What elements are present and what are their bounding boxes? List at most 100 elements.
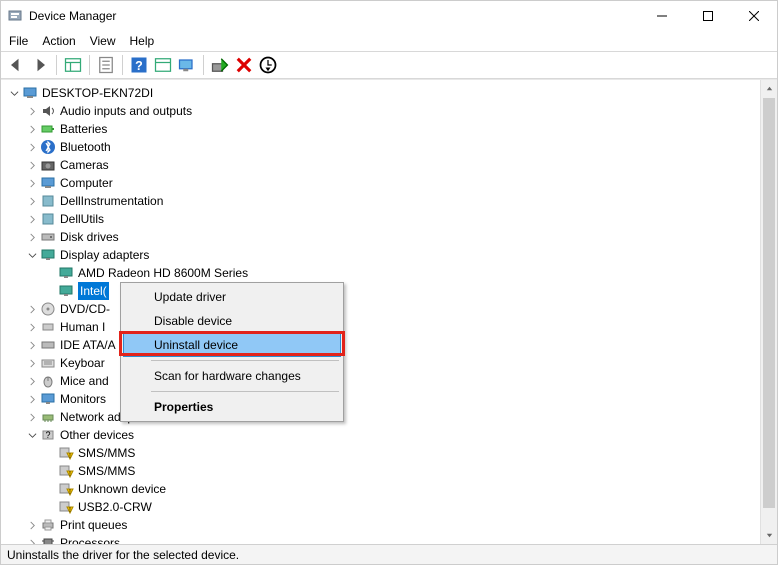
minimize-button[interactable] (639, 1, 685, 31)
uninstall-device-button[interactable] (233, 54, 255, 76)
disc-icon (40, 301, 56, 317)
context-menu: Update driver Disable device Uninstall d… (120, 282, 344, 422)
warning-device-icon: ! (58, 499, 74, 515)
tree-item-computer[interactable]: Computer (5, 174, 777, 192)
tree-label: Unknown device (78, 480, 166, 498)
forward-button[interactable] (29, 54, 51, 76)
expand-icon[interactable] (25, 194, 39, 208)
scroll-up-button[interactable] (761, 80, 777, 97)
device-icon (40, 211, 56, 227)
tree-label: Print queues (60, 516, 127, 534)
spacer-icon (43, 500, 57, 514)
expand-icon[interactable] (25, 392, 39, 406)
enable-device-button[interactable] (209, 54, 231, 76)
tree-root[interactable]: DESKTOP-EKN72DI (5, 84, 777, 102)
expand-icon[interactable] (25, 104, 39, 118)
tree-item-dellutils[interactable]: DellUtils (5, 210, 777, 228)
tree-item-bluetooth[interactable]: Bluetooth (5, 138, 777, 156)
computer-icon (22, 85, 38, 101)
show-hide-tree-button[interactable] (62, 54, 84, 76)
display-icon (58, 283, 74, 299)
tree-label: Processors (60, 534, 120, 544)
expand-icon[interactable] (25, 176, 39, 190)
menu-view[interactable]: View (90, 34, 116, 48)
context-scan-hardware[interactable]: Scan for hardware changes (123, 364, 341, 388)
properties-button[interactable] (95, 54, 117, 76)
context-disable-device[interactable]: Disable device (123, 309, 341, 333)
context-uninstall-device[interactable]: Uninstall device (123, 333, 341, 357)
tree-item-unknowndevice[interactable]: ! Unknown device (5, 480, 777, 498)
device-tree[interactable]: DESKTOP-EKN72DI Audio inputs and outputs… (1, 80, 777, 544)
spacer-icon (43, 266, 57, 280)
maximize-button[interactable] (685, 1, 731, 31)
context-properties[interactable]: Properties (123, 395, 341, 419)
keyboard-icon (40, 355, 56, 371)
expand-icon[interactable] (25, 356, 39, 370)
context-separator (151, 391, 339, 392)
expand-icon[interactable] (25, 140, 39, 154)
tree-item-smsmms1[interactable]: ! SMS/MMS (5, 444, 777, 462)
expand-icon[interactable] (25, 302, 39, 316)
toolbar-separator (56, 55, 57, 75)
expand-icon[interactable] (25, 374, 39, 388)
tree-label: Monitors (60, 390, 106, 408)
svg-text:?: ? (45, 430, 50, 440)
context-update-driver[interactable]: Update driver (123, 285, 341, 309)
expand-icon[interactable] (25, 338, 39, 352)
close-button[interactable] (731, 1, 777, 31)
tree-label: SMS/MMS (78, 444, 135, 462)
tree-label: AMD Radeon HD 8600M Series (78, 264, 248, 282)
expand-icon[interactable] (25, 122, 39, 136)
menu-help[interactable]: Help (130, 34, 155, 48)
tree-item-printqueues[interactable]: Print queues (5, 516, 777, 534)
update-driver-button[interactable] (257, 54, 279, 76)
scroll-down-button[interactable] (761, 527, 777, 544)
tree-item-dellinstrumentation[interactable]: DellInstrumentation (5, 192, 777, 210)
tree-item-smsmms2[interactable]: ! SMS/MMS (5, 462, 777, 480)
tree-label: Batteries (60, 120, 107, 138)
tree-item-audio[interactable]: Audio inputs and outputs (5, 102, 777, 120)
audio-icon (40, 103, 56, 119)
vertical-scrollbar[interactable] (760, 80, 777, 544)
network-icon (40, 409, 56, 425)
action-button[interactable] (152, 54, 174, 76)
collapse-icon[interactable] (25, 428, 39, 442)
tree-item-displayadapters[interactable]: Display adapters (5, 246, 777, 264)
tree-item-diskdrives[interactable]: Disk drives (5, 228, 777, 246)
expand-icon[interactable] (25, 410, 39, 424)
tree-label: DESKTOP-EKN72DI (42, 84, 153, 102)
scrollbar-thumb[interactable] (763, 98, 775, 508)
tree-label: USB2.0-CRW (78, 498, 152, 516)
tree-item-otherdevices[interactable]: ? Other devices (5, 426, 777, 444)
tree-item-usb20crw[interactable]: ! USB2.0-CRW (5, 498, 777, 516)
spacer-icon (43, 464, 57, 478)
app-icon (7, 8, 23, 24)
warning-device-icon: ! (58, 445, 74, 461)
spacer-icon (43, 446, 57, 460)
expand-icon[interactable] (25, 212, 39, 226)
tree-item-amd[interactable]: AMD Radeon HD 8600M Series (5, 264, 777, 282)
tree-label: Keyboar (60, 354, 105, 372)
menu-file[interactable]: File (9, 34, 28, 48)
tree-item-batteries[interactable]: Batteries (5, 120, 777, 138)
tree-item-cameras[interactable]: Cameras (5, 156, 777, 174)
back-button[interactable] (5, 54, 27, 76)
svg-text:?: ? (135, 59, 143, 73)
expand-icon[interactable] (25, 230, 39, 244)
scan-hardware-button[interactable] (176, 54, 198, 76)
camera-icon (40, 157, 56, 173)
collapse-icon[interactable] (7, 86, 21, 100)
expand-icon[interactable] (25, 536, 39, 544)
expand-icon[interactable] (25, 158, 39, 172)
tree-item-processors[interactable]: Processors (5, 534, 777, 544)
menu-action[interactable]: Action (42, 34, 75, 48)
statusbar: Uninstalls the driver for the selected d… (1, 544, 777, 564)
computer-icon (40, 175, 56, 191)
expand-icon[interactable] (25, 320, 39, 334)
tree-label: Cameras (60, 156, 109, 174)
expand-icon[interactable] (25, 518, 39, 532)
collapse-icon[interactable] (25, 248, 39, 262)
hid-icon (40, 319, 56, 335)
help-button[interactable]: ? (128, 54, 150, 76)
device-icon (40, 193, 56, 209)
